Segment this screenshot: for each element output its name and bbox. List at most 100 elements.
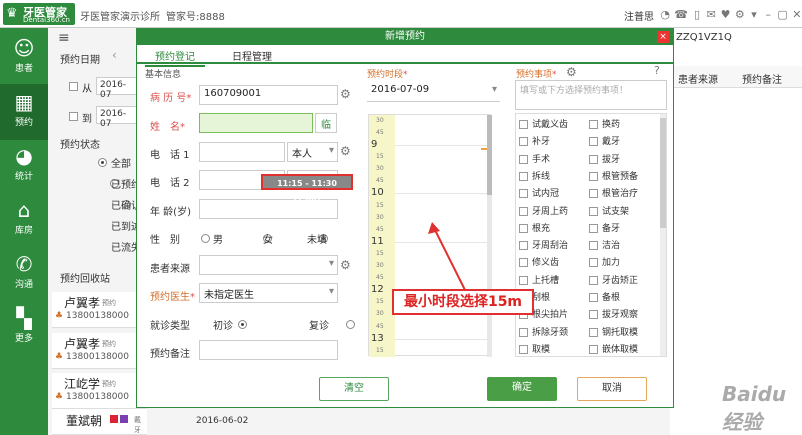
item-checkbox[interactable]: 拔牙观察	[589, 307, 638, 320]
item-checkbox[interactable]: 根管治疗	[589, 186, 638, 199]
item-checkbox[interactable]: 试戴义齿	[519, 117, 568, 130]
checkbox-icon[interactable]	[589, 293, 598, 302]
checkbox-icon[interactable]	[589, 310, 598, 320]
checkbox-icon[interactable]	[589, 258, 598, 268]
visit-radio-return[interactable]	[345, 319, 355, 329]
checkbox-icon[interactable]	[519, 154, 528, 164]
cancel-button[interactable]: 取消	[577, 377, 647, 401]
tab-register[interactable]: 预约登记	[145, 48, 205, 67]
nav-statistics[interactable]: ◕ 统计	[0, 138, 48, 194]
patient-row[interactable]: 董斌朝 戴牙	[52, 409, 147, 435]
note-input[interactable]	[199, 340, 338, 360]
item-checkbox[interactable]: 补牙	[519, 134, 550, 147]
nav-appointment[interactable]: ▦ 预约	[0, 84, 48, 140]
prev-icon[interactable]: ‹	[112, 48, 117, 62]
phone1-relation-select[interactable]: 本人 ▾	[287, 142, 338, 162]
phone-icon[interactable]: ☎	[674, 8, 688, 21]
name-input[interactable]	[199, 113, 313, 133]
checkbox-icon[interactable]	[589, 154, 598, 164]
record-number-input[interactable]: 160709001	[199, 85, 338, 105]
item-checkbox[interactable]: 根充	[519, 221, 550, 234]
checkbox-icon[interactable]	[589, 120, 598, 129]
checkbox-icon[interactable]	[519, 258, 528, 268]
patient-row[interactable]: 卢翼孝 预约 ♣ 13800138000	[52, 333, 147, 369]
confirm-button[interactable]: 确定	[487, 377, 557, 401]
sync-icon[interactable]: ◔	[660, 8, 670, 21]
nav-more[interactable]: ▚ 更多	[0, 300, 48, 356]
item-checkbox[interactable]: 修义齿	[519, 255, 559, 268]
item-checkbox[interactable]: 牙周上药	[519, 204, 568, 217]
gear-icon[interactable]: ⚙	[340, 87, 351, 101]
checkbox-icon[interactable]	[589, 206, 598, 216]
item-checkbox[interactable]: 试支架	[589, 204, 629, 217]
date-select[interactable]: 2016-07-09 ▾	[367, 82, 500, 102]
tab-schedule[interactable]: 日程管理	[232, 48, 272, 63]
item-checkbox[interactable]: 试内冠	[519, 186, 559, 199]
checkbox-icon[interactable]	[519, 344, 528, 354]
maximize-icon[interactable]: ▢	[777, 8, 787, 21]
visit-radio-first[interactable]	[237, 319, 247, 329]
item-checkbox[interactable]: 备牙	[589, 221, 620, 234]
patient-source-select[interactable]: ▾	[199, 255, 338, 275]
dialog-close-button[interactable]: ×	[657, 31, 669, 43]
item-checkbox[interactable]: 手术	[519, 152, 550, 165]
item-checkbox[interactable]: 备根	[589, 290, 620, 303]
gear-icon[interactable]: ⚙	[340, 144, 351, 158]
item-checkbox[interactable]: 加力	[589, 255, 620, 268]
patient-row[interactable]: 卢翼孝 预约 ♣ 13800138000	[52, 292, 147, 328]
dropdown-icon[interactable]: ▾	[749, 8, 759, 21]
item-checkbox[interactable]: 钢托取模	[589, 325, 638, 338]
checkbox-icon[interactable]	[519, 120, 528, 129]
checkbox-icon[interactable]	[519, 223, 528, 233]
checkbox-icon[interactable]	[589, 327, 598, 337]
item-checkbox[interactable]: 上托槽	[519, 273, 559, 286]
gear-icon[interactable]: ⚙	[566, 65, 577, 79]
checkbox-icon[interactable]	[519, 241, 528, 251]
gear-icon[interactable]: ⚙	[340, 258, 351, 272]
nav-storage[interactable]: ⌂ 库房	[0, 192, 48, 248]
minimize-icon[interactable]: –	[763, 8, 773, 21]
item-checkbox[interactable]: 拔牙	[589, 152, 620, 165]
mobile-icon[interactable]: ▯	[692, 8, 702, 21]
user-name[interactable]: 注普思	[624, 8, 654, 23]
favorite-icon[interactable]: ♥	[720, 8, 731, 21]
checkbox-icon[interactable]	[589, 189, 598, 199]
item-checkbox[interactable]: 拆除牙颈	[519, 325, 568, 338]
item-checkbox[interactable]: 取模	[519, 342, 550, 355]
patient-row[interactable]: 江屹学 预约 ♣ 13800138000	[52, 373, 147, 409]
item-checkbox[interactable]: 戴牙	[589, 134, 620, 147]
to-checkbox[interactable]	[69, 112, 78, 121]
item-checkbox[interactable]: 换药	[589, 117, 620, 130]
gender-radio-male[interactable]	[201, 233, 210, 243]
item-checkbox[interactable]: 根管预备	[589, 169, 638, 182]
checkbox-icon[interactable]	[589, 137, 598, 147]
close-icon[interactable]: ✕	[792, 8, 802, 21]
help-icon[interactable]: ?	[654, 64, 660, 77]
to-date[interactable]: 2016-07	[96, 106, 138, 129]
checkbox-icon[interactable]	[519, 189, 528, 199]
checkbox-icon[interactable]	[519, 327, 528, 337]
nav-communication[interactable]: ✆ 沟通	[0, 246, 48, 302]
item-checkbox[interactable]: 洁治	[589, 238, 620, 251]
temp-patient-button[interactable]: 临	[315, 113, 337, 133]
chat-icon[interactable]: ✉	[706, 8, 716, 21]
checkbox-icon[interactable]	[519, 275, 528, 285]
item-checkbox[interactable]: 牙齿矫正	[589, 273, 638, 286]
doctor-select[interactable]: 未指定医生 ▾	[199, 283, 338, 303]
checkbox-icon[interactable]	[589, 241, 598, 251]
checkbox-icon[interactable]	[589, 275, 598, 285]
status-radio-all[interactable]	[98, 157, 107, 167]
menu-icon[interactable]: ≡	[58, 30, 70, 46]
selected-time-slot[interactable]: 11:15 - 11:30 (15m)	[261, 174, 353, 204]
phone1-input[interactable]	[199, 142, 285, 162]
checkbox-icon[interactable]	[519, 171, 528, 181]
checkbox-icon[interactable]	[589, 223, 598, 233]
item-checkbox[interactable]: 牙周刮治	[519, 238, 568, 251]
checkbox-icon[interactable]	[589, 344, 598, 354]
item-checkbox[interactable]: 拆线	[519, 169, 550, 182]
from-date[interactable]: 2016-07	[96, 77, 138, 100]
nav-patients[interactable]: ☺ 患者	[0, 30, 48, 86]
clear-button[interactable]: 清空	[319, 377, 389, 401]
from-checkbox[interactable]	[69, 82, 78, 91]
settings-icon[interactable]: ⚙	[735, 8, 745, 21]
